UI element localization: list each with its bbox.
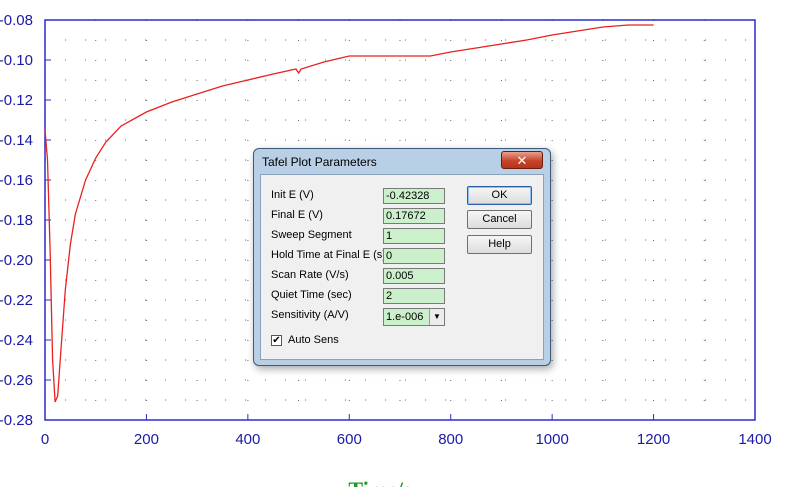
y-tick-label: -0.26 xyxy=(0,372,33,389)
quiet-time-input[interactable]: 2 xyxy=(383,288,445,304)
sweep-segment-input[interactable]: 1 xyxy=(383,228,445,244)
final-e-label: Final E (V) xyxy=(271,209,323,221)
x-tick-label: 1000 xyxy=(535,431,568,448)
auto-sens-label: Auto Sens xyxy=(288,334,339,346)
scan-rate-input[interactable]: 0.005 xyxy=(383,268,445,284)
x-tick-label: 0 xyxy=(41,431,49,448)
y-tick-label: -0.08 xyxy=(0,12,33,29)
x-tick-label: 600 xyxy=(337,431,362,448)
help-button[interactable]: Help xyxy=(467,235,532,254)
y-tick-label: -0.20 xyxy=(0,252,33,269)
x-axis-ticks: 0 200 400 600 800 1000 1200 1400 xyxy=(41,414,772,448)
sensitivity-label: Sensitivity (A/V) xyxy=(271,309,349,321)
y-tick-label: -0.16 xyxy=(0,172,33,189)
dialog-body: Init E (V) -0.42328 Final E (V) 0.17672 … xyxy=(260,174,544,360)
close-button[interactable]: ✕ xyxy=(501,151,543,169)
init-e-input[interactable]: -0.42328 xyxy=(383,188,445,204)
y-axis-ticks: -0.08 -0.10 -0.12 -0.14 -0.16 -0.18 -0.20 -0.22… xyxy=(0,12,51,429)
y-tick-label: -0.18 xyxy=(0,212,33,229)
final-e-input[interactable]: 0.17672 xyxy=(383,208,445,224)
y-tick-label: -0.14 xyxy=(0,132,33,149)
x-tick-label: 200 xyxy=(134,431,159,448)
hold-time-label: Hold Time at Final E (s) xyxy=(271,249,386,261)
x-tick-label: 400 xyxy=(235,431,260,448)
x-tick-label: 1400 xyxy=(738,431,771,448)
sensitivity-select[interactable]: 1.e-006 ▼ xyxy=(383,308,445,326)
sweep-segment-label: Sweep Segment xyxy=(271,229,352,241)
tafel-parameters-dialog: Tafel Plot Parameters ✕ Init E (V) -0.42… xyxy=(253,148,551,366)
sensitivity-value: 1.e-006 xyxy=(386,311,424,323)
scan-rate-label: Scan Rate (V/s) xyxy=(271,269,349,281)
chevron-down-icon[interactable]: ▼ xyxy=(429,309,444,325)
y-tick-label: -0.24 xyxy=(0,332,33,349)
y-tick-label: -0.28 xyxy=(0,412,33,429)
checkmark-icon[interactable]: ✔ xyxy=(271,335,282,346)
y-tick-label: -0.22 xyxy=(0,292,33,309)
ok-button[interactable]: OK xyxy=(467,186,532,205)
x-axis-label: Time/s xyxy=(348,477,412,487)
init-e-label: Init E (V) xyxy=(271,189,314,201)
cancel-button[interactable]: Cancel xyxy=(467,210,532,229)
y-tick-label: -0.12 xyxy=(0,92,33,109)
x-tick-label: 800 xyxy=(438,431,463,448)
hold-time-input[interactable]: 0 xyxy=(383,248,445,264)
y-tick-label: -0.10 xyxy=(0,52,33,69)
dialog-title: Tafel Plot Parameters xyxy=(262,155,377,169)
x-tick-label: 1200 xyxy=(637,431,670,448)
quiet-time-label: Quiet Time (sec) xyxy=(271,289,352,301)
